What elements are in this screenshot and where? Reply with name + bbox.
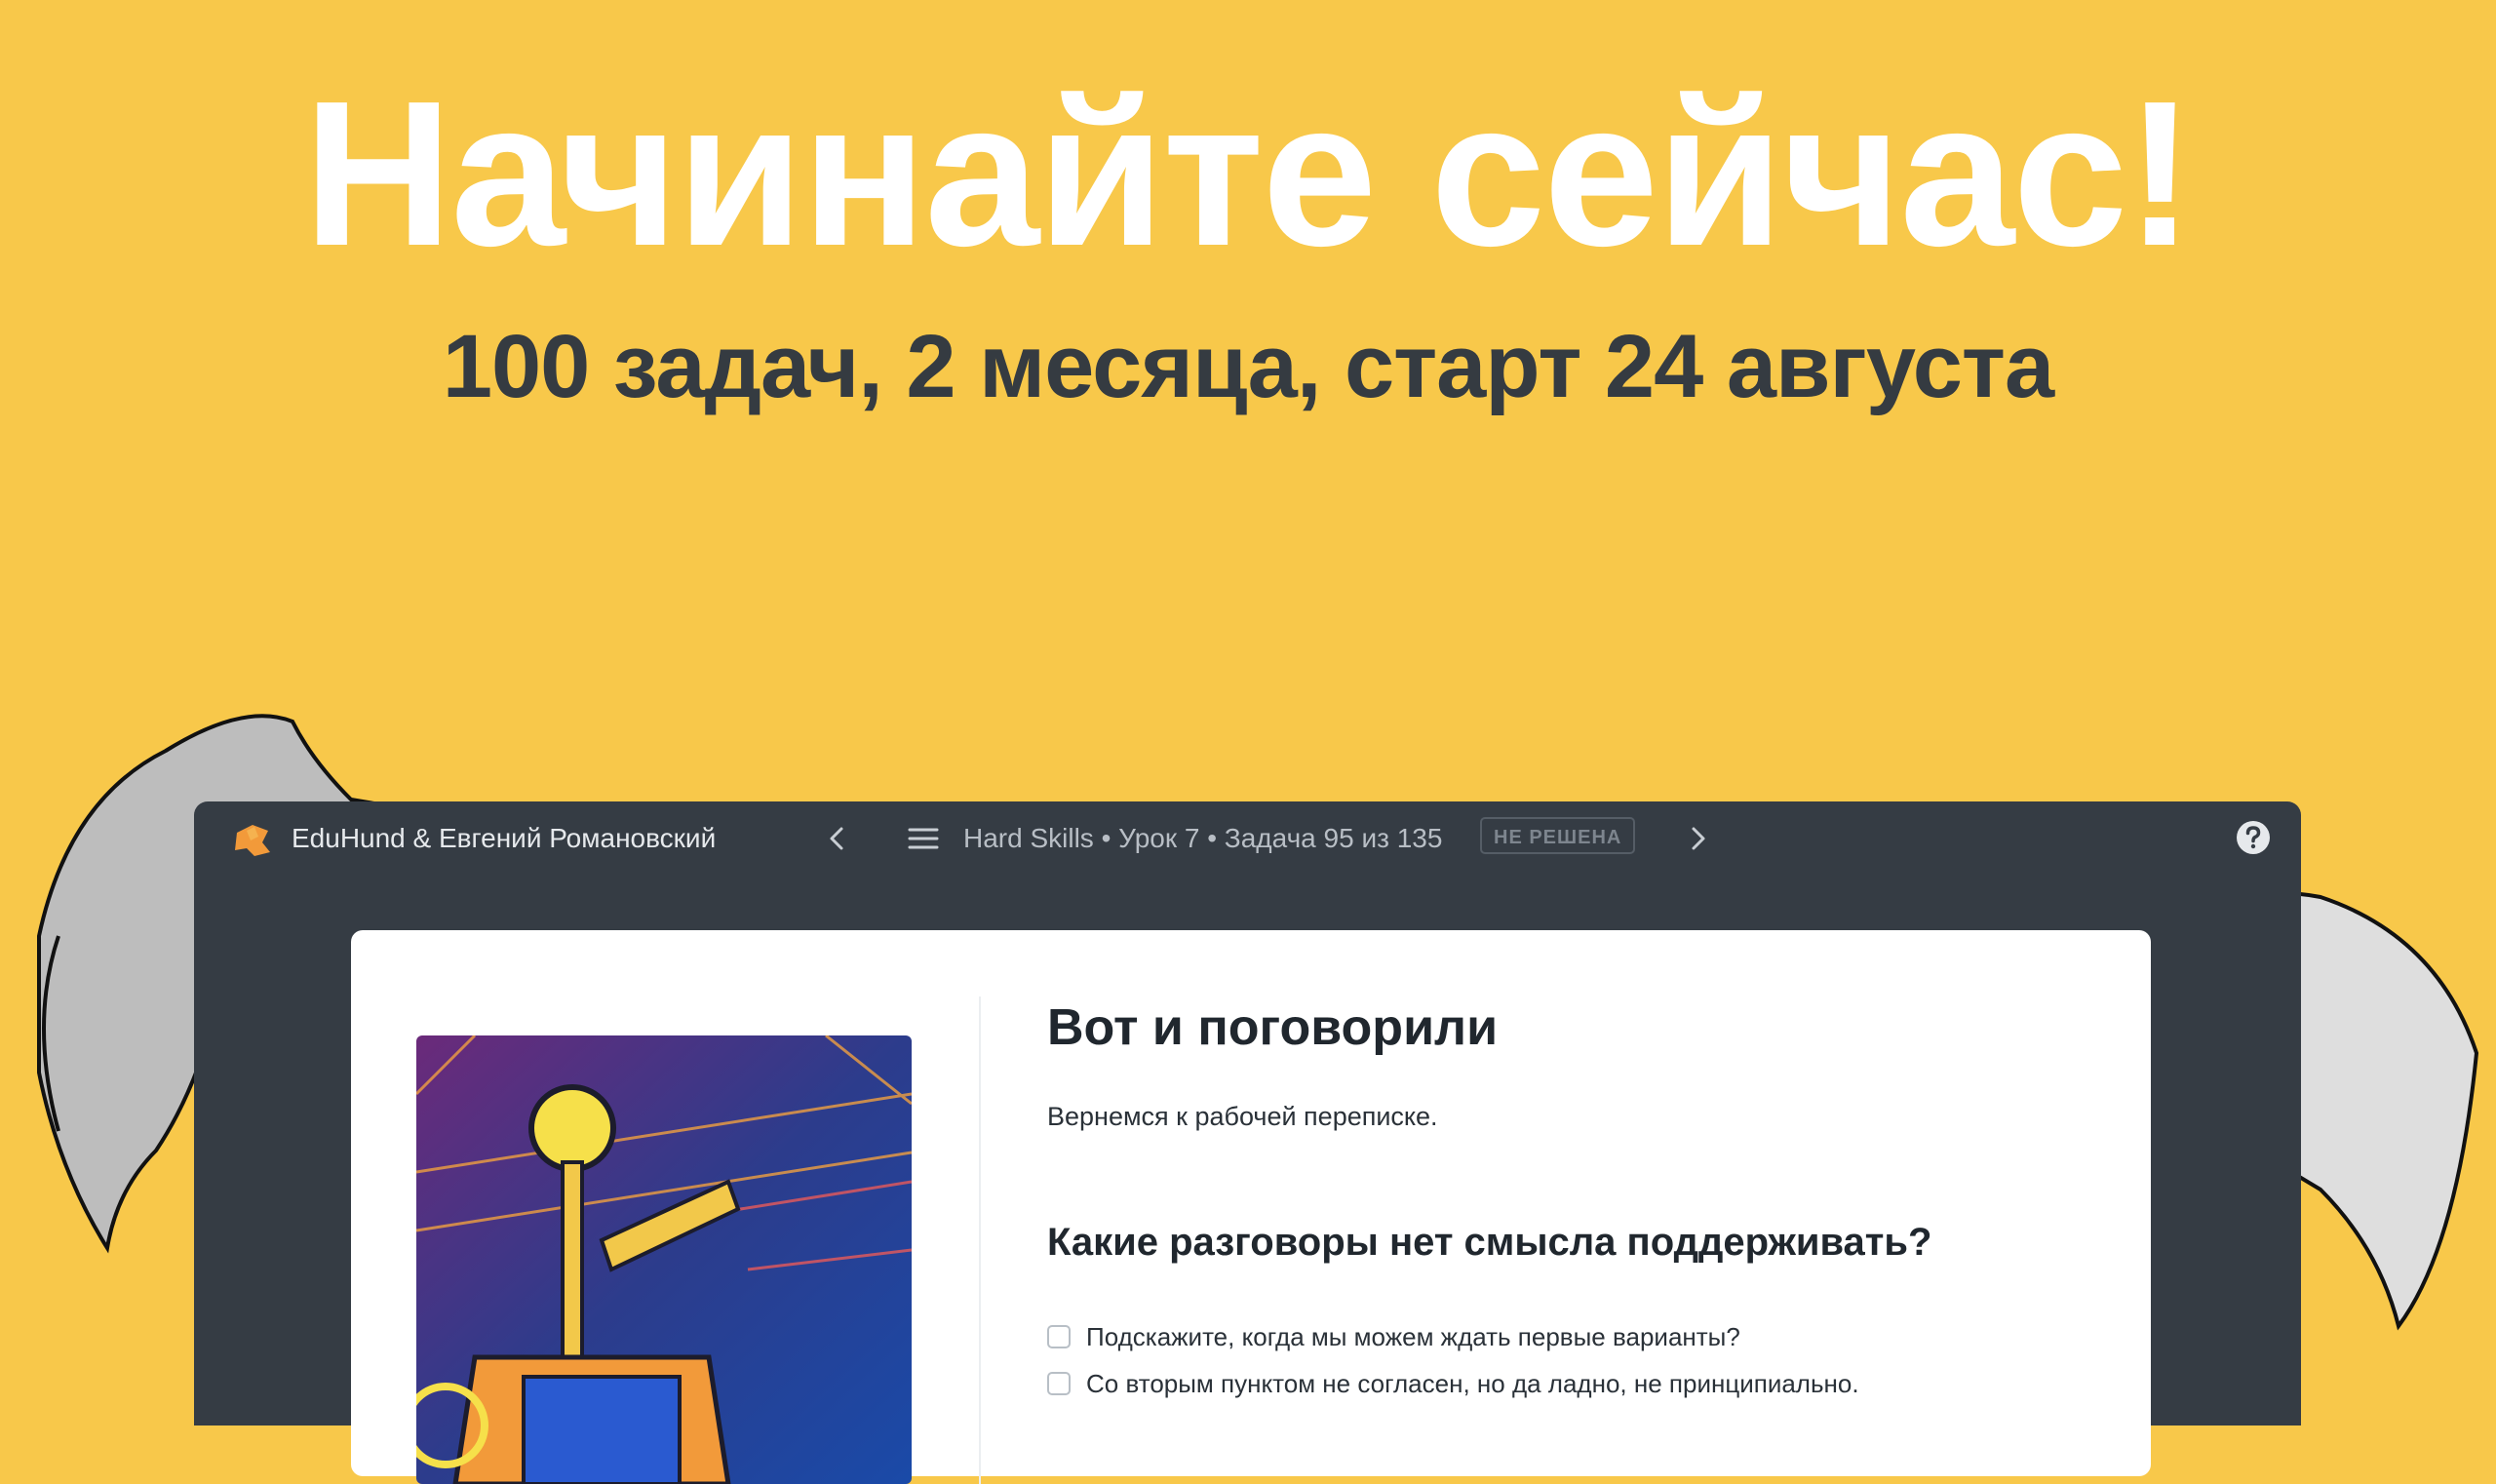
top-bar: EduHund & Евгений Романовский Hard Skill…: [194, 801, 2301, 876]
lesson-illustration: [416, 1035, 912, 1484]
answer-option-2[interactable]: Со вторым пунктом не согласен, но да лад…: [1047, 1367, 1859, 1400]
status-badge: НЕ РЕШЕНА: [1480, 817, 1636, 854]
hero-headline: Начинайте сейчас!: [303, 58, 2195, 289]
answer-option-1[interactable]: Подскажите, когда мы можем ждать первые …: [1047, 1320, 1740, 1353]
answer-option-label: Подскажите, когда мы можем ждать первые …: [1086, 1321, 1740, 1351]
chevron-left-icon[interactable]: [818, 819, 857, 858]
brand-name: EduHund & Евгений Романовский: [292, 823, 717, 853]
logo-icon: [235, 825, 270, 856]
app-window: EduHund & Евгений Романовский Hard Skill…: [194, 801, 2301, 1484]
column-divider: [979, 996, 981, 1484]
question-heading: Какие разговоры нет смысла поддерживать?: [1047, 1221, 1932, 1264]
answer-option-label: Со вторым пунктом не согласен, но да лад…: [1086, 1368, 1859, 1398]
chevron-right-icon[interactable]: [1678, 819, 1717, 858]
course-breadcrumb: Hard Skills • Урок 7 • Задача 95 из 135: [963, 823, 1443, 853]
help-icon[interactable]: [2235, 819, 2272, 856]
lesson-card: Вот и поговорили Вернемся к рабочей пере…: [351, 930, 2151, 1484]
checkbox-icon[interactable]: [1047, 1325, 1071, 1348]
checkbox-icon[interactable]: [1047, 1372, 1071, 1395]
menu-icon[interactable]: [904, 819, 943, 858]
lesson-intro: Вернемся к рабочей переписке.: [1047, 1102, 1438, 1131]
lesson-title: Вот и поговорили: [1047, 999, 1499, 1056]
